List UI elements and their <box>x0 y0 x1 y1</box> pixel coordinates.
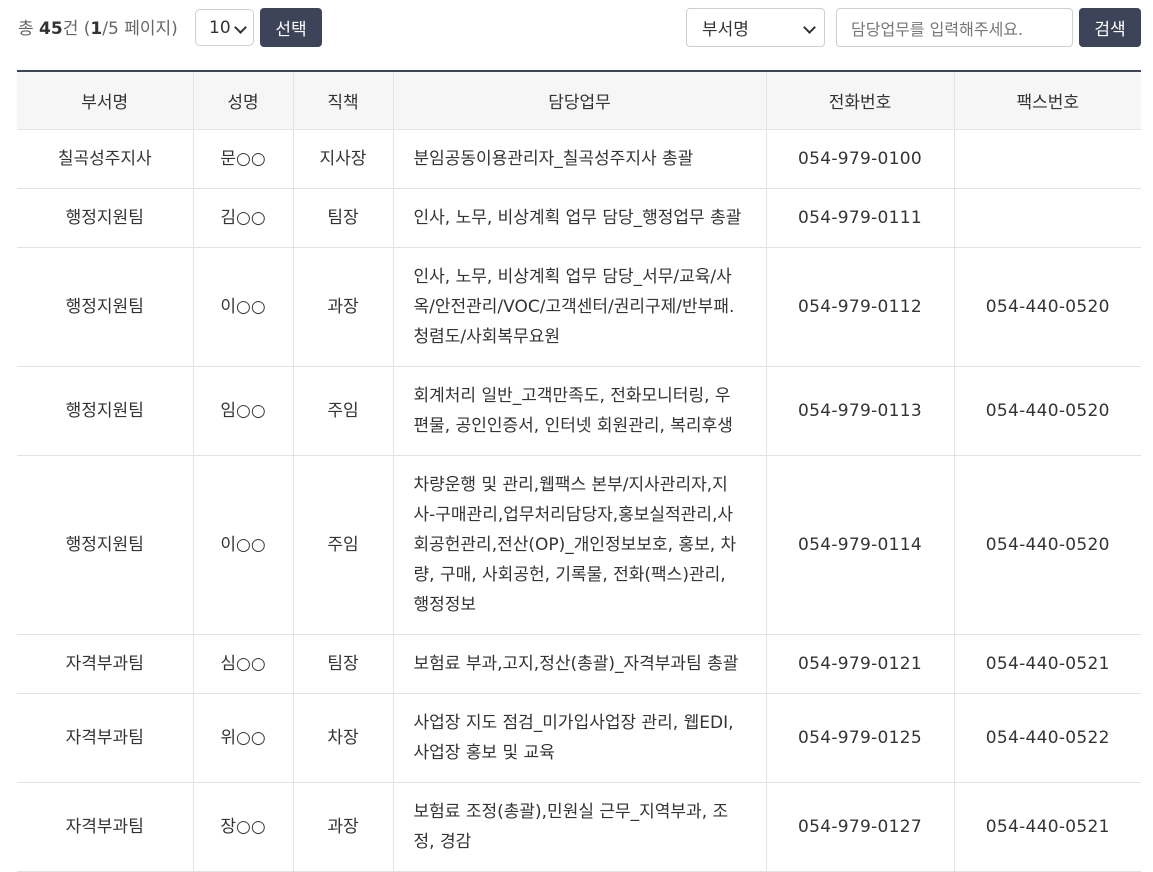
cell-position: 팀장 <box>292 634 393 694</box>
cell-fax <box>953 188 1141 248</box>
cell-name: 위○○ <box>192 693 293 783</box>
staff-table: 부서명 성명 직책 담당업무 전화번호 팩스번호 칠곡성주지사 문○○ 지사장 … <box>17 70 1141 872</box>
table-row: 행정지원팀 임○○ 주임 회계처리 일반_고객만족도, 전화모니터링, 우편물,… <box>17 366 1141 456</box>
cell-duty: 보험료 부과,고지,정산(총괄)_자격부과팀 총괄 <box>392 634 766 694</box>
cell-position: 차장 <box>292 693 393 783</box>
cell-name: 임○○ <box>192 366 293 456</box>
table-header-row: 부서명 성명 직책 담당업무 전화번호 팩스번호 <box>17 71 1141 130</box>
cell-duty: 차량운행 및 관리,웹팩스 본부/지사관리자,지사-구매관리,업무처리담당자,홍… <box>392 455 766 635</box>
table-row: 자격부과팀 위○○ 차장 사업장 지도 점검_미가입사업장 관리, 웹EDI, … <box>17 693 1141 783</box>
table-row: 행정지원팀 이○○ 주임 차량운행 및 관리,웹팩스 본부/지사관리자,지사-구… <box>17 455 1141 635</box>
cell-fax: 054-440-0520 <box>953 366 1141 456</box>
chevron-down-icon <box>234 21 247 34</box>
page-size-select[interactable]: 10 <box>195 9 254 46</box>
cell-position: 주임 <box>292 366 393 456</box>
table-row: 행정지원팀 이○○ 과장 인사, 노무, 비상계획 업무 담당_서무/교육/사옥… <box>17 247 1141 367</box>
cell-fax: 054-440-0520 <box>953 247 1141 367</box>
cell-duty: 분임공동이용관리자_칠곡성주지사 총괄 <box>392 129 766 189</box>
cell-department: 행정지원팀 <box>17 247 193 367</box>
cell-duty: 보험료 조정(총괄),민원실 근무_지역부과, 조정, 경감 <box>392 782 766 872</box>
cell-fax <box>953 129 1141 189</box>
cell-position: 과장 <box>292 247 393 367</box>
cell-name: 김○○ <box>192 188 293 248</box>
current-page-value: 1 <box>90 19 103 39</box>
search-field-select[interactable]: 부서명 <box>686 8 825 47</box>
table-row: 행정지원팀 김○○ 팀장 인사, 노무, 비상계획 업무 담당_행정업무 총괄 … <box>17 188 1141 248</box>
cell-phone: 054-979-0121 <box>765 634 954 694</box>
list-toolbar: 총 45건 (1/5 페이지) 10 선택 부서명 담당업무를 입력해주세요. … <box>0 0 1153 56</box>
cell-department: 행정지원팀 <box>17 188 193 248</box>
search-input[interactable]: 담당업무를 입력해주세요. <box>836 8 1073 47</box>
cell-fax: 054-440-0521 <box>953 782 1141 872</box>
cell-phone: 054-979-0125 <box>765 693 954 783</box>
search-button[interactable]: 검색 <box>1079 8 1141 47</box>
cell-name: 이○○ <box>192 455 293 635</box>
cell-name: 문○○ <box>192 129 293 189</box>
page-size-value: 10 <box>209 17 231 38</box>
total-count-text: 총 45건 (1/5 페이지) <box>18 19 178 39</box>
header-duty: 담당업무 <box>392 71 766 130</box>
table-row: 자격부과팀 심○○ 팀장 보험료 부과,고지,정산(총괄)_자격부과팀 총괄 0… <box>17 634 1141 694</box>
header-name: 성명 <box>192 71 293 130</box>
cell-position: 과장 <box>292 782 393 872</box>
header-fax: 팩스번호 <box>953 71 1141 130</box>
cell-phone: 054-979-0100 <box>765 129 954 189</box>
cell-duty: 인사, 노무, 비상계획 업무 담당_행정업무 총괄 <box>392 188 766 248</box>
chevron-down-icon <box>803 21 816 34</box>
cell-name: 장○○ <box>192 782 293 872</box>
cell-department: 행정지원팀 <box>17 455 193 635</box>
cell-department: 자격부과팀 <box>17 782 193 872</box>
cell-position: 지사장 <box>292 129 393 189</box>
cell-position: 팀장 <box>292 188 393 248</box>
cell-duty: 사업장 지도 점검_미가입사업장 관리, 웹EDI, 사업장 홍보 및 교육 <box>392 693 766 783</box>
total-count-value: 45 <box>39 19 63 39</box>
cell-name: 이○○ <box>192 247 293 367</box>
header-position: 직책 <box>292 71 393 130</box>
cell-duty: 회계처리 일반_고객만족도, 전화모니터링, 우편물, 공인인증서, 인터넷 회… <box>392 366 766 456</box>
search-field-value: 부서명 <box>702 20 749 40</box>
cell-phone: 054-979-0113 <box>765 366 954 456</box>
cell-department: 자격부과팀 <box>17 634 193 694</box>
cell-department: 행정지원팀 <box>17 366 193 456</box>
cell-phone: 054-979-0127 <box>765 782 954 872</box>
table-row: 칠곡성주지사 문○○ 지사장 분임공동이용관리자_칠곡성주지사 총괄 054-9… <box>17 129 1141 189</box>
cell-department: 자격부과팀 <box>17 693 193 783</box>
cell-fax: 054-440-0520 <box>953 455 1141 635</box>
header-phone: 전화번호 <box>765 71 954 130</box>
page-size-apply-button[interactable]: 선택 <box>260 8 322 47</box>
cell-fax: 054-440-0521 <box>953 634 1141 694</box>
search-placeholder: 담당업무를 입력해주세요. <box>851 19 1024 39</box>
header-department: 부서명 <box>17 71 193 130</box>
cell-duty: 인사, 노무, 비상계획 업무 담당_서무/교육/사옥/안전관리/VOC/고객센… <box>392 247 766 367</box>
cell-position: 주임 <box>292 455 393 635</box>
cell-department: 칠곡성주지사 <box>17 129 193 189</box>
cell-phone: 054-979-0114 <box>765 455 954 635</box>
cell-phone: 054-979-0112 <box>765 247 954 367</box>
cell-name: 심○○ <box>192 634 293 694</box>
cell-fax: 054-440-0522 <box>953 693 1141 783</box>
table-row: 자격부과팀 장○○ 과장 보험료 조정(총괄),민원실 근무_지역부과, 조정,… <box>17 782 1141 872</box>
cell-phone: 054-979-0111 <box>765 188 954 248</box>
